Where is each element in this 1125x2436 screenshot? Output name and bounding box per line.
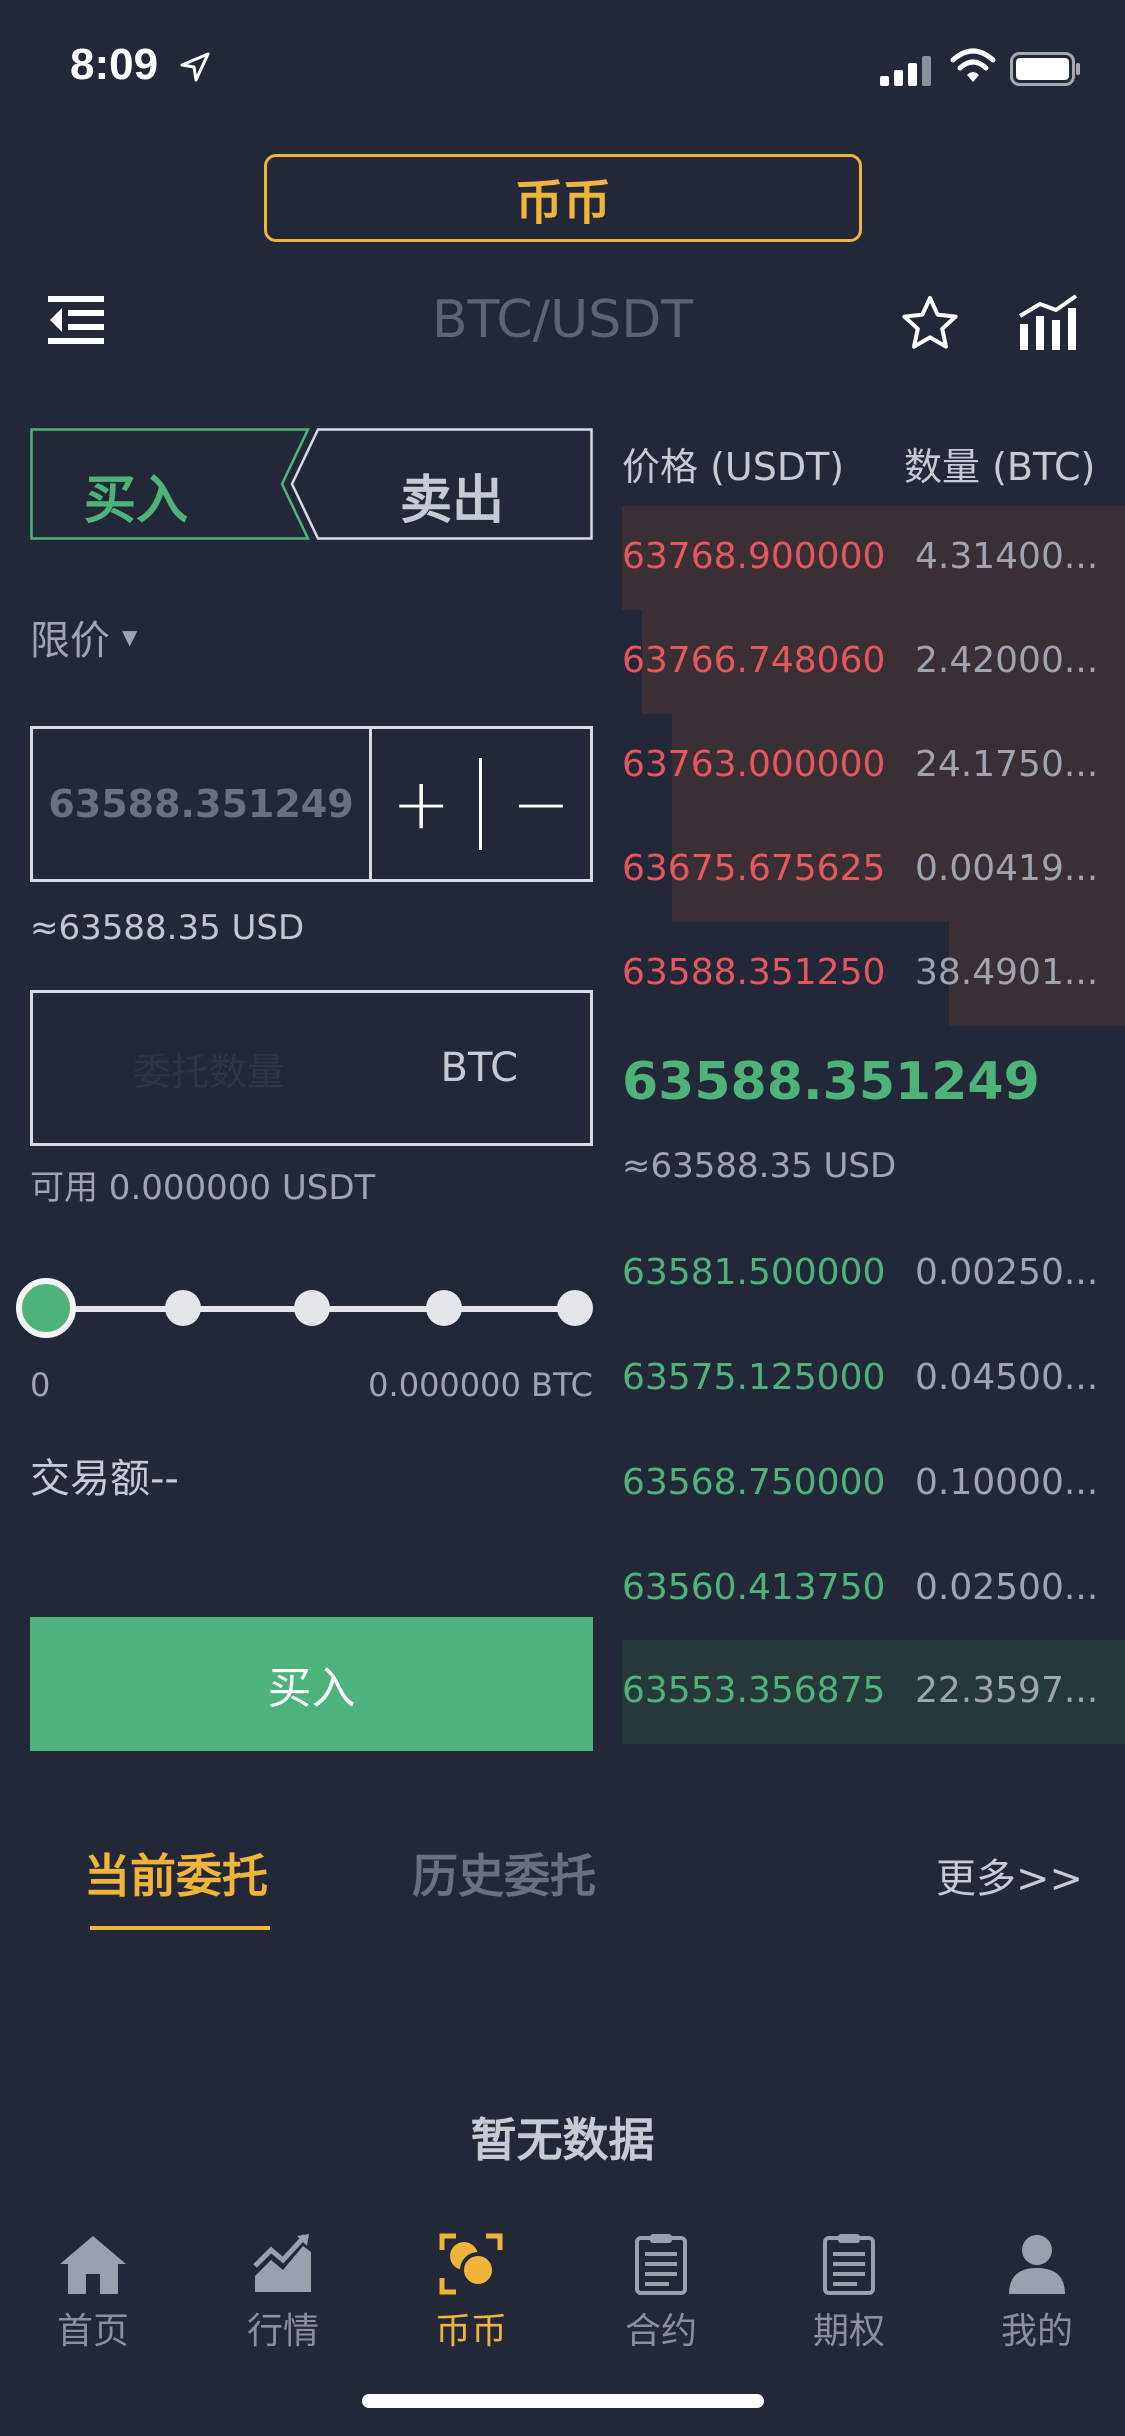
nav-profile[interactable]: 我的 [962, 2232, 1112, 2354]
nav-home[interactable]: 首页 [18, 2232, 168, 2354]
ask-qty: 0.00419... [915, 848, 1099, 889]
kline-chart-icon[interactable] [1018, 294, 1080, 352]
slider-min-label: 0 [30, 1366, 51, 1404]
orderbook-header-qty: 数量 (BTC) [904, 445, 1096, 489]
status-time: 8:09 [70, 40, 159, 89]
ask-price: 63675.675625 [622, 848, 886, 889]
price-stepper: + − [372, 729, 590, 879]
quantity-input[interactable]: 委托数量 BTC [30, 990, 593, 1146]
slider-step-100[interactable] [557, 1290, 593, 1326]
price-input-group: 63588.351249 + − [30, 726, 593, 882]
ask-row[interactable]: 63768.900000 4.31400... [622, 506, 1125, 610]
bid-price: 63575.125000 [622, 1357, 886, 1398]
active-tab-indicator [90, 1926, 270, 1930]
price-decrease-button[interactable]: − [501, 769, 581, 839]
ask-price: 63768.900000 [622, 536, 886, 577]
bid-row[interactable]: 63553.356875 22.3597... [622, 1640, 1125, 1744]
ask-row[interactable]: 63763.000000 24.1750... [622, 714, 1125, 818]
bid-price: 63581.500000 [622, 1252, 886, 1293]
bid-price: 63553.356875 [622, 1670, 886, 1711]
last-price-usd: ≈63588.35 USD [622, 1146, 897, 1186]
last-price: 63588.351249 [622, 1052, 1040, 1112]
ask-qty: 38.4901... [915, 952, 1099, 993]
nav-label: 我的 [1000, 2311, 1073, 2352]
home-icon [60, 2236, 126, 2294]
bid-price: 63560.413750 [622, 1567, 886, 1608]
amount-slider[interactable] [16, 1278, 593, 1338]
home-indicator [362, 2394, 764, 2408]
slider-thumb[interactable] [16, 1278, 76, 1338]
ask-price: 63766.748060 [622, 640, 886, 681]
user-icon [1009, 2235, 1065, 2294]
order-type-label: 限价 [30, 618, 110, 664]
nav-spot[interactable]: 币币 [396, 2232, 546, 2354]
quantity-unit: BTC [440, 1045, 518, 1091]
bid-qty: 22.3597... [915, 1670, 1099, 1711]
price-input[interactable]: 63588.351249 [33, 729, 372, 879]
tab-buy[interactable]: 买入 [84, 458, 188, 533]
ask-row[interactable]: 63766.748060 2.42000... [622, 610, 1125, 714]
bid-row[interactable]: 63560.413750 0.02500... [622, 1537, 1125, 1641]
nav-label: 行情 [246, 2311, 319, 2352]
ask-price: 63763.000000 [622, 744, 886, 785]
ask-qty: 24.1750... [915, 744, 1099, 785]
bid-qty: 0.02500... [915, 1567, 1099, 1608]
nav-options[interactable]: 期权 [774, 2232, 924, 2354]
coins-icon [439, 2233, 503, 2295]
options-clipboard-icon [823, 2234, 875, 2295]
available-balance: 可用 0.000000 USDT [30, 1168, 376, 1208]
tab-current-orders[interactable]: 当前委托 [84, 1840, 268, 1906]
caret-down-icon: ▼ [122, 625, 138, 649]
tab-history-orders[interactable]: 历史委托 [412, 1840, 596, 1906]
bid-qty: 0.04500... [915, 1357, 1099, 1398]
bid-qty: 0.10000... [915, 1462, 1099, 1503]
tab-sell[interactable]: 卖出 [400, 458, 504, 533]
ask-row[interactable]: 63588.351250 38.4901... [622, 922, 1125, 1026]
star-favorite-icon[interactable] [900, 294, 960, 352]
location-arrow-icon [180, 52, 210, 82]
quantity-placeholder: 委托数量 [133, 1049, 286, 1094]
slider-max-label: 0.000000 BTC [368, 1366, 593, 1404]
bid-row[interactable]: 63575.125000 0.04500... [622, 1327, 1125, 1431]
empty-state-text: 暂无数据 [470, 2113, 655, 2167]
ask-qty: 2.42000... [915, 640, 1099, 681]
price-increase-button[interactable]: + [381, 769, 461, 839]
trade-amount: 交易额-- [30, 1456, 179, 1502]
cellular-signal-icon [880, 56, 931, 86]
nav-label: 合约 [624, 2311, 697, 2352]
nav-label: 币币 [434, 2311, 507, 2352]
price-usd-equivalent: ≈63588.35 USD [30, 908, 305, 948]
bid-price: 63568.750000 [622, 1462, 886, 1503]
bid-row[interactable]: 63581.500000 0.00250... [622, 1222, 1125, 1326]
trade-mode-button[interactable]: 币币 [264, 154, 862, 242]
nav-label: 期权 [812, 2311, 885, 2352]
market-chart-icon [253, 2234, 311, 2292]
buy-submit-button[interactable]: 买入 [30, 1617, 593, 1751]
slider-step-75[interactable] [426, 1290, 462, 1326]
orderbook-header-price: 价格 (USDT) [622, 445, 845, 489]
slider-step-50[interactable] [294, 1290, 330, 1326]
ask-row[interactable]: 63675.675625 0.00419... [622, 818, 1125, 922]
order-type-dropdown[interactable]: 限价 ▼ [30, 608, 137, 666]
battery-icon [1010, 52, 1080, 86]
ask-price: 63588.351250 [622, 952, 886, 993]
nav-label: 首页 [56, 2311, 129, 2352]
more-orders-link[interactable]: 更多>> [936, 1846, 1083, 1904]
bid-row[interactable]: 63568.750000 0.10000... [622, 1432, 1125, 1536]
slider-step-25[interactable] [165, 1290, 201, 1326]
nav-market[interactable]: 行情 [208, 2232, 358, 2354]
nav-contract[interactable]: 合约 [586, 2232, 736, 2354]
wifi-icon [950, 48, 996, 82]
bid-qty: 0.00250... [915, 1252, 1099, 1293]
ask-qty: 4.31400... [915, 536, 1099, 577]
contract-clipboard-icon [635, 2234, 687, 2295]
stepper-divider [479, 758, 483, 850]
